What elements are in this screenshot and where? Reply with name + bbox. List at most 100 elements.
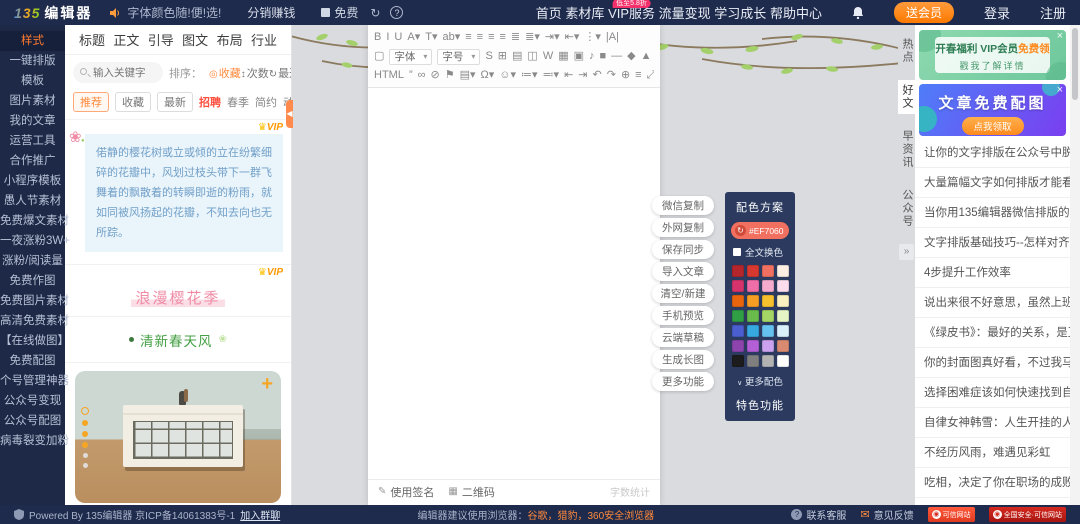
editor-canvas[interactable]: BIUA▾T▾ab▾≡≡≡≡≣≣▾⇥▾⇤▾⋮▾|A| ▢ 字体▾ 字号▾ S⊞▤… (368, 25, 660, 505)
nav-item[interactable]: 素材库 (565, 6, 604, 21)
color-swatch[interactable] (747, 340, 759, 352)
style-card-sakura-text[interactable]: ♛VIP ❀ 偌静的樱花树或立或倾的立在纷繁细碎的花瓣中，风划过枝头带下一群飞舞… (65, 120, 291, 265)
toolbar-icon[interactable]: B (374, 29, 381, 46)
sidebar-item[interactable]: 图片素材 (0, 91, 65, 111)
carousel-dots[interactable] (81, 407, 89, 468)
color-swatch[interactable] (777, 340, 789, 352)
color-swatch[interactable] (747, 355, 759, 367)
toolbar-icon[interactable]: HTML (374, 67, 404, 84)
toolbar-icon[interactable]: ⇥▾ (545, 29, 560, 46)
sidebar-item[interactable]: 模板 (0, 71, 65, 91)
toolbar-icon[interactable]: ▲ (641, 48, 652, 65)
toolbar-icon[interactable]: ≡ (500, 29, 506, 46)
toolbar-icon[interactable]: ↶ (593, 67, 602, 84)
color-swatch[interactable] (762, 325, 774, 337)
toolbar-icon[interactable]: ▣ (574, 48, 584, 65)
free-images-banner[interactable]: × 文章免费配图 点我领取 (919, 84, 1066, 136)
right-tab[interactable]: 早资讯 (898, 126, 915, 173)
style-tab[interactable]: 行业 (251, 30, 277, 49)
right-tab[interactable]: 好文 (898, 80, 915, 114)
color-swatch[interactable] (732, 355, 744, 367)
article-link[interactable]: 吃相，决定了你在职场的成败！ (915, 468, 1070, 498)
color-swatch[interactable] (732, 310, 744, 322)
color-swatch[interactable] (732, 325, 744, 337)
qrcode-button[interactable]: ▦二维码 (448, 484, 494, 500)
article-link[interactable]: 自律女神韩雪：人生开挂的人，都有这... (915, 408, 1070, 438)
register-link[interactable]: 注册 (1040, 3, 1066, 22)
join-group-link[interactable]: 加入群聊 (240, 507, 280, 522)
style-card-spring-title[interactable]: 清新春天风 ❀ (65, 317, 291, 363)
close-icon[interactable]: × (1057, 30, 1063, 42)
nav-item[interactable]: 首页 (536, 6, 562, 21)
toolbar-icon[interactable]: ab▾ (442, 29, 460, 46)
toolbar-icon[interactable]: — (611, 48, 622, 65)
color-swatch[interactable] (732, 280, 744, 292)
filter-tag[interactable]: 推荐 (73, 92, 109, 112)
sort-option[interactable]: ↻最近 (269, 68, 292, 80)
toolbar-icon[interactable]: ⚑ (445, 67, 455, 84)
action-button[interactable]: 清空/新建 (652, 284, 714, 303)
color-swatch[interactable] (777, 295, 789, 307)
sidebar-item[interactable]: 样式 (0, 31, 65, 51)
toolbar-icon[interactable]: U (394, 29, 402, 46)
give-vip-button[interactable]: 送会员 (894, 2, 954, 23)
color-swatch[interactable] (762, 295, 774, 307)
sidebar-item[interactable]: 高清免费素材 (0, 311, 65, 331)
feedback-link[interactable]: ✉意见反馈 (860, 507, 913, 522)
current-color-pill[interactable]: ↻ #EF7060 (731, 222, 789, 239)
action-button[interactable]: 更多功能 (652, 372, 714, 391)
action-button[interactable]: 保存同步 (652, 240, 714, 259)
refresh-icon[interactable]: ↻ (370, 6, 380, 20)
sort-option[interactable]: ↕次数 (241, 68, 269, 80)
filter-tag[interactable]: 简约 (255, 94, 277, 110)
article-link[interactable]: 你的封面图真好看，不过我马上就要偷... (915, 348, 1070, 378)
color-swatch[interactable] (747, 295, 759, 307)
toolbar-icon[interactable]: ◫ (527, 48, 537, 65)
color-swatch[interactable] (762, 355, 774, 367)
color-swatch[interactable] (777, 325, 789, 337)
color-swatch[interactable] (762, 280, 774, 292)
toolbar-icon[interactable]: I (386, 29, 389, 46)
right-tab[interactable]: 热点 (898, 34, 915, 68)
toolbar-icon[interactable]: ≣▾ (525, 29, 540, 46)
style-tab[interactable]: 布局 (217, 30, 243, 49)
toolbar-icon[interactable]: ⋮▾ (584, 29, 601, 46)
sidebar-item[interactable]: 个号管理神器 (0, 371, 65, 391)
nav-item[interactable]: 帮助中心 (770, 6, 822, 21)
sidebar-item[interactable]: 免费爆文素材 (0, 211, 65, 231)
color-swatch[interactable] (732, 295, 744, 307)
sidebar-item[interactable]: 小程序模板 (0, 171, 65, 191)
article-link[interactable]: 大量篇幅文字如何排版才能看起来赏心... (915, 168, 1070, 198)
nav-item[interactable]: 低至5.8折VIP服务 (608, 6, 655, 21)
toolbar-icon[interactable]: A▾ (407, 29, 420, 46)
toolbar-icon[interactable]: ≕▾ (543, 67, 560, 84)
toolbar-icon[interactable]: ↷ (607, 67, 616, 84)
toolbar-icon[interactable]: ■ (600, 48, 607, 65)
sidebar-item[interactable]: 免费配图 (0, 351, 65, 371)
toolbar-icon[interactable]: ⊞ (498, 48, 507, 65)
action-button[interactable]: 云端草稿 (652, 328, 714, 347)
toolbar-icon[interactable]: ◆ (627, 48, 635, 65)
toolbar-icon[interactable]: ⊕ (621, 67, 630, 84)
sidebar-item[interactable]: 公众号变现 (0, 391, 65, 411)
national-security-badge[interactable]: ◉全国安全·可信网站 (989, 507, 1066, 522)
article-link[interactable]: 选择困难症该如何快速找到自己想要的... (915, 378, 1070, 408)
sidebar-item[interactable]: 涨粉/阅读量 (0, 251, 65, 271)
sidebar-item[interactable]: 一夜涨粉3W+ (0, 231, 65, 251)
color-swatch[interactable] (762, 310, 774, 322)
filter-tag[interactable]: 最新 (157, 92, 193, 112)
toolbar-icon[interactable]: ▤ (512, 48, 522, 65)
toolbar-icon[interactable]: ☺▾ (499, 67, 516, 84)
article-link[interactable]: 4步提升工作效率 (915, 258, 1070, 288)
sidebar-item[interactable]: 运营工具 (0, 131, 65, 151)
color-swatch[interactable] (747, 310, 759, 322)
help-icon[interactable]: ? (390, 6, 403, 19)
toolbar-icon[interactable]: ▤▾ (460, 67, 476, 84)
free-link[interactable]: 免费 (321, 4, 358, 21)
toolbar-icon[interactable]: Ω▾ (480, 67, 494, 84)
style-card-sakura-title[interactable]: ♛VIP 浪漫樱花季 (65, 265, 291, 317)
color-swatch[interactable] (777, 265, 789, 277)
color-swatch[interactable] (777, 355, 789, 367)
color-swatch[interactable] (747, 325, 759, 337)
sidebar-item[interactable]: 【在线做图】 (0, 331, 65, 351)
